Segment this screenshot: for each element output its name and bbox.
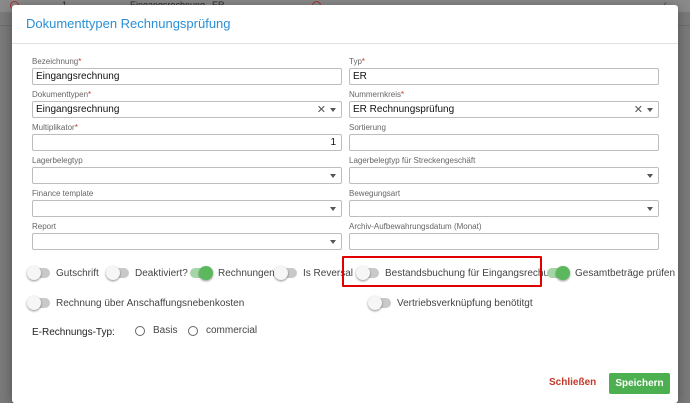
multiplikator-input[interactable]: 1 [32,134,342,151]
select-value: ER Rechnungsprüfung [353,104,455,115]
field-label: Archiv-Aufbewahrungsdatum (Monat) [349,222,482,231]
field-label: Lagerbelegtyp für Streckengeschäft [349,156,476,165]
field-label: Bezeichnung* [32,57,82,66]
chevron-down-icon[interactable] [647,108,653,112]
field-label: Dokumenttypen* [32,90,92,99]
field-label: Lagerbelegtyp [32,156,83,165]
radio-commercial[interactable]: commercial [188,325,257,336]
field-sortierung: Sortierung [349,123,659,151]
modal-title: Dokumenttypen Rechnungsprüfung [26,16,231,31]
clear-icon[interactable]: ✕ [634,103,643,117]
chevron-down-icon[interactable] [330,108,336,112]
toggle-gesamtbetraege[interactable]: Gesamtbeträge prüfen [547,266,675,280]
field-label: Report [32,222,57,231]
field-report: Report [32,222,342,250]
field-bewegungsart: Bewegungsart [349,189,659,217]
typ-input[interactable]: ER [349,68,659,85]
toggle-vertriebsverknuepfung[interactable]: Vertriebsverknüpfung benötitgt [368,296,533,310]
sortierung-input[interactable] [349,134,659,151]
dokumenttypen-select[interactable]: Eingangsrechnung ✕ [32,101,342,118]
toggle-switch[interactable] [190,266,213,280]
modal-dialog: Dokumenttypen Rechnungsprüfung Bezeichnu… [12,5,678,403]
radio-label: commercial [206,325,258,336]
field-multiplikator: Multiplikator* 1 [32,123,342,151]
input-value: ER [353,71,367,82]
field-dokumenttypen: Dokumenttypen* Eingangsrechnung ✕ [32,90,342,118]
close-button[interactable]: Schließen [549,377,596,388]
toggle-switch[interactable] [27,266,50,280]
toggle-label: Deaktiviert? [135,267,188,279]
field-typ: Typ* ER [349,57,659,85]
radio-basis[interactable]: Basis [135,325,177,336]
field-lagerbelegtyp-strecke: Lagerbelegtyp für Streckengeschäft [349,156,659,184]
toggle-anschaffungsnebenkosten[interactable]: Rechnung über Anschaffungsnebenkosten [27,296,245,310]
chevron-down-icon[interactable] [330,207,336,211]
chevron-down-icon[interactable] [330,174,336,178]
field-label: Sortierung [349,123,386,132]
field-finance-template: Finance template [32,189,342,217]
archiv-input[interactable] [349,233,659,250]
report-select[interactable] [32,233,342,250]
input-value: Eingangsrechnung [36,71,120,82]
field-bezeichnung: Bezeichnung* Eingangsrechnung [32,57,342,85]
toggle-label: Rechnung über Anschaffungsnebenkosten [56,297,245,309]
field-label: Bewegungsart [349,189,401,198]
radio-label: Basis [153,325,178,336]
lagerbelegtyp-select[interactable] [32,167,342,184]
field-label: Typ* [349,57,366,66]
finance-template-select[interactable] [32,200,342,217]
toggle-switch[interactable] [547,266,570,280]
toggle-label: Gutschrift [56,267,99,279]
toggle-label: Rechnungen [218,267,275,279]
toggle-rechnungen[interactable]: Rechnungen [190,266,275,280]
field-label: Finance template [32,189,94,198]
toggle-deaktiviert[interactable]: Deaktiviert? [106,266,188,280]
bewegungsart-select[interactable] [349,200,659,217]
toggle-switch[interactable] [368,296,391,310]
field-archiv: Archiv-Aufbewahrungsdatum (Monat) [349,222,659,250]
toggle-switch[interactable] [274,266,297,280]
input-value: 1 [330,137,336,148]
clear-icon[interactable]: ✕ [317,103,326,117]
radio-circle[interactable] [188,325,198,336]
select-value: Eingangsrechnung [36,104,120,115]
toggle-label: Gesamtbeträge prüfen [575,267,676,279]
toggle-switch[interactable] [106,266,129,280]
chevron-down-icon[interactable] [647,207,653,211]
toggle-label: Vertriebsverknüpfung benötitgt [397,297,533,309]
bezeichnung-input[interactable]: Eingangsrechnung [32,68,342,85]
lagerbelegtyp-strecke-select[interactable] [349,167,659,184]
title-divider [12,43,678,44]
nummernkreis-select[interactable]: ER Rechnungsprüfung ✕ [349,101,659,118]
field-nummernkreis: Nummernkreis* ER Rechnungsprüfung ✕ [349,90,659,118]
radio-circle[interactable] [135,325,145,336]
field-label: Multiplikator* [32,123,78,132]
field-lagerbelegtyp: Lagerbelegtyp [32,156,342,184]
toggle-switch[interactable] [27,296,50,310]
chevron-down-icon[interactable] [330,240,336,244]
chevron-down-icon[interactable] [647,174,653,178]
e-rechnung-label: E-Rechnungs-Typ: [32,327,115,338]
field-label: Nummernkreis* [349,90,405,99]
highlight-box [342,256,542,287]
save-button[interactable]: Speichern [609,373,670,394]
toggle-gutschrift[interactable]: Gutschrift [27,266,99,280]
